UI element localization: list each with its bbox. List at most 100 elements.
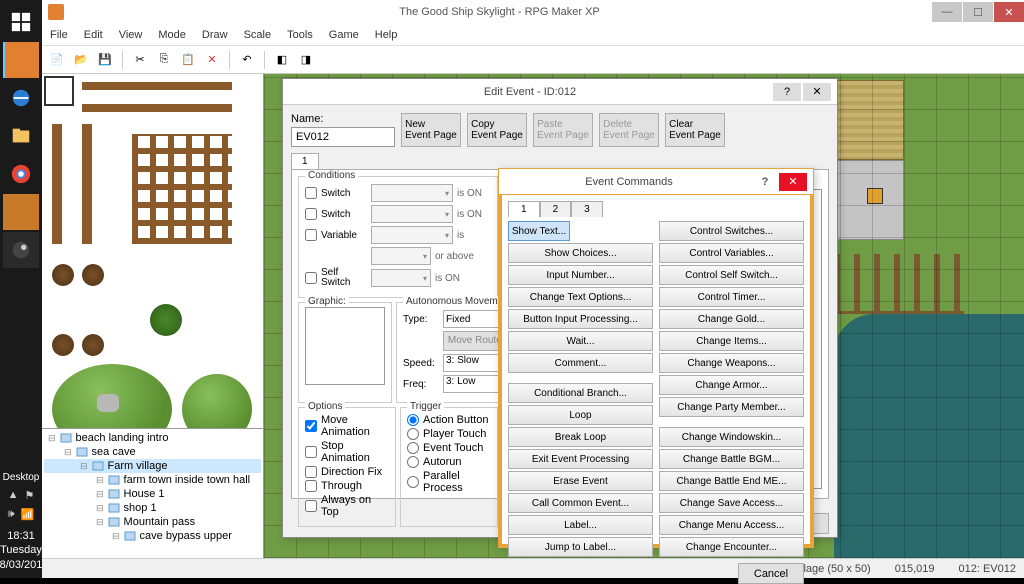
clear-event-page-button[interactable]: Clear Event Page (665, 113, 725, 147)
taskbar-app-steam[interactable] (3, 232, 39, 268)
taskbar-app-explorer[interactable] (3, 118, 39, 154)
menu-mode[interactable]: Mode (158, 29, 186, 41)
cond-switch1-dd[interactable] (371, 184, 453, 202)
tree-item[interactable]: ⊟cave bypass upper (44, 529, 261, 543)
cmd-button[interactable]: Erase Event (508, 471, 653, 491)
cmd-button[interactable]: Input Number... (508, 265, 653, 285)
event-name-input[interactable] (291, 127, 395, 147)
trg-event[interactable] (407, 442, 419, 454)
tree-item[interactable]: ⊟beach landing intro (44, 431, 261, 445)
menu-draw[interactable]: Draw (202, 29, 228, 41)
cond-selfswitch-check[interactable] (305, 272, 317, 284)
tree-item[interactable]: ⊟Mountain pass (44, 515, 261, 529)
menu-help[interactable]: Help (375, 29, 398, 41)
close-button[interactable]: ✕ (994, 2, 1024, 22)
cmd-button[interactable]: Conditional Branch... (508, 383, 653, 403)
cut-icon[interactable]: ✂ (129, 49, 151, 71)
cmd-button[interactable]: Change Save Access... (659, 493, 804, 513)
evcmd-tab-3[interactable]: 3 (571, 201, 603, 217)
cmd-button[interactable]: Change Encounter... (659, 537, 804, 557)
cmd-button[interactable]: Change Gold... (659, 309, 804, 329)
graphic-box[interactable] (305, 307, 385, 385)
cond-variable-val[interactable] (371, 247, 431, 265)
save-icon[interactable]: 💾 (94, 49, 116, 71)
cmd-button[interactable]: Control Timer... (659, 287, 804, 307)
tree-item[interactable]: ⊟House 1 (44, 487, 261, 501)
evcmd-tab-1[interactable]: 1 (508, 201, 540, 217)
cmd-button[interactable]: Break Loop (508, 427, 653, 447)
delete-icon[interactable]: ✕ (201, 49, 223, 71)
copy-event-page-button[interactable]: Copy Event Page (467, 113, 527, 147)
taskbar-app-chrome[interactable] (3, 156, 39, 192)
delete-event-page-button[interactable]: Delete Event Page (599, 113, 659, 147)
menu-view[interactable]: View (119, 29, 143, 41)
tile-selection[interactable] (44, 76, 74, 106)
cmd-button[interactable]: Jump to Label... (508, 537, 653, 557)
menu-game[interactable]: Game (329, 29, 359, 41)
menu-file[interactable]: File (50, 29, 68, 41)
menu-tools[interactable]: Tools (287, 29, 313, 41)
help-icon[interactable]: ? (773, 83, 801, 101)
minimize-button[interactable]: — (932, 2, 962, 22)
taskbar-app-rpgmaker[interactable] (3, 42, 39, 78)
cmd-button[interactable]: Change Windowskin... (659, 427, 804, 447)
trg-player[interactable] (407, 428, 419, 440)
cmd-button[interactable]: Wait... (508, 331, 653, 351)
cmd-button[interactable]: Change Battle End ME... (659, 471, 804, 491)
cond-variable-dd[interactable] (371, 226, 453, 244)
opt-stop-anim[interactable] (305, 446, 317, 458)
menu-edit[interactable]: Edit (84, 29, 103, 41)
cmd-button[interactable]: Show Choices... (508, 243, 653, 263)
tray-icons-2[interactable]: 🕪📶 (8, 506, 35, 523)
amove-type-select[interactable]: Fixed (443, 310, 505, 328)
trg-action[interactable] (407, 414, 419, 426)
trg-autorun[interactable] (407, 456, 419, 468)
cmd-button[interactable]: Change Armor... (659, 375, 804, 395)
cmd-button[interactable]: Control Variables... (659, 243, 804, 263)
cmd-button[interactable]: Change Weapons... (659, 353, 804, 373)
cmd-button[interactable]: Control Switches... (659, 221, 804, 241)
evcmd-tab-2[interactable]: 2 (540, 201, 572, 217)
cond-selfswitch-dd[interactable] (371, 269, 431, 287)
paste-icon[interactable]: 📋 (177, 49, 199, 71)
event-page-tab-1[interactable]: 1 (291, 153, 319, 169)
cmd-button[interactable]: Change Battle BGM... (659, 449, 804, 469)
taskbar-app-game[interactable] (3, 194, 39, 230)
cmd-button[interactable]: Comment... (508, 353, 653, 373)
map-tree[interactable]: ⊟beach landing intro⊟sea cave⊟Farm villa… (42, 428, 263, 558)
copy-icon[interactable]: ⎘ (153, 49, 175, 71)
cmd-button[interactable]: Change Items... (659, 331, 804, 351)
cmd-button[interactable]: Label... (508, 515, 653, 535)
opt-always-top[interactable] (305, 500, 317, 512)
opt-through[interactable] (305, 480, 317, 492)
undo-icon[interactable]: ↶ (236, 49, 258, 71)
evcmd-cancel-button[interactable]: Cancel (738, 563, 804, 584)
taskbar-app-ie[interactable] (3, 80, 39, 116)
cmd-button[interactable]: Button Input Processing... (508, 309, 653, 329)
cmd-button[interactable]: Control Self Switch... (659, 265, 804, 285)
close-icon[interactable]: ✕ (779, 173, 807, 191)
cmd-button[interactable]: Loop (508, 405, 653, 425)
start-button[interactable] (3, 4, 39, 40)
tree-item[interactable]: ⊟Farm village (44, 459, 261, 473)
tileset-panel[interactable] (42, 74, 263, 428)
cond-switch2-dd[interactable] (371, 205, 453, 223)
cmd-button[interactable]: Change Text Options... (508, 287, 653, 307)
tree-item[interactable]: ⊟shop 1 (44, 501, 261, 515)
cmd-button[interactable]: Exit Event Processing (508, 449, 653, 469)
new-event-page-button[interactable]: New Event Page (401, 113, 461, 147)
trg-parallel[interactable] (407, 476, 419, 488)
layer1-icon[interactable]: ◧ (271, 49, 293, 71)
opt-dir-fix[interactable] (305, 466, 317, 478)
cmd-button[interactable]: Change Menu Access... (659, 515, 804, 535)
tree-item[interactable]: ⊟sea cave (44, 445, 261, 459)
new-icon[interactable]: 📄 (46, 49, 68, 71)
cmd-button[interactable]: Show Text... (508, 221, 570, 241)
cond-switch1-check[interactable] (305, 187, 317, 199)
layer2-icon[interactable]: ◨ (295, 49, 317, 71)
maximize-button[interactable]: ☐ (963, 2, 993, 22)
amove-freq-select[interactable]: 3: Low (443, 375, 505, 393)
cond-switch2-check[interactable] (305, 208, 317, 220)
menu-scale[interactable]: Scale (244, 29, 272, 41)
desktop-label[interactable]: Desktop (3, 470, 40, 485)
